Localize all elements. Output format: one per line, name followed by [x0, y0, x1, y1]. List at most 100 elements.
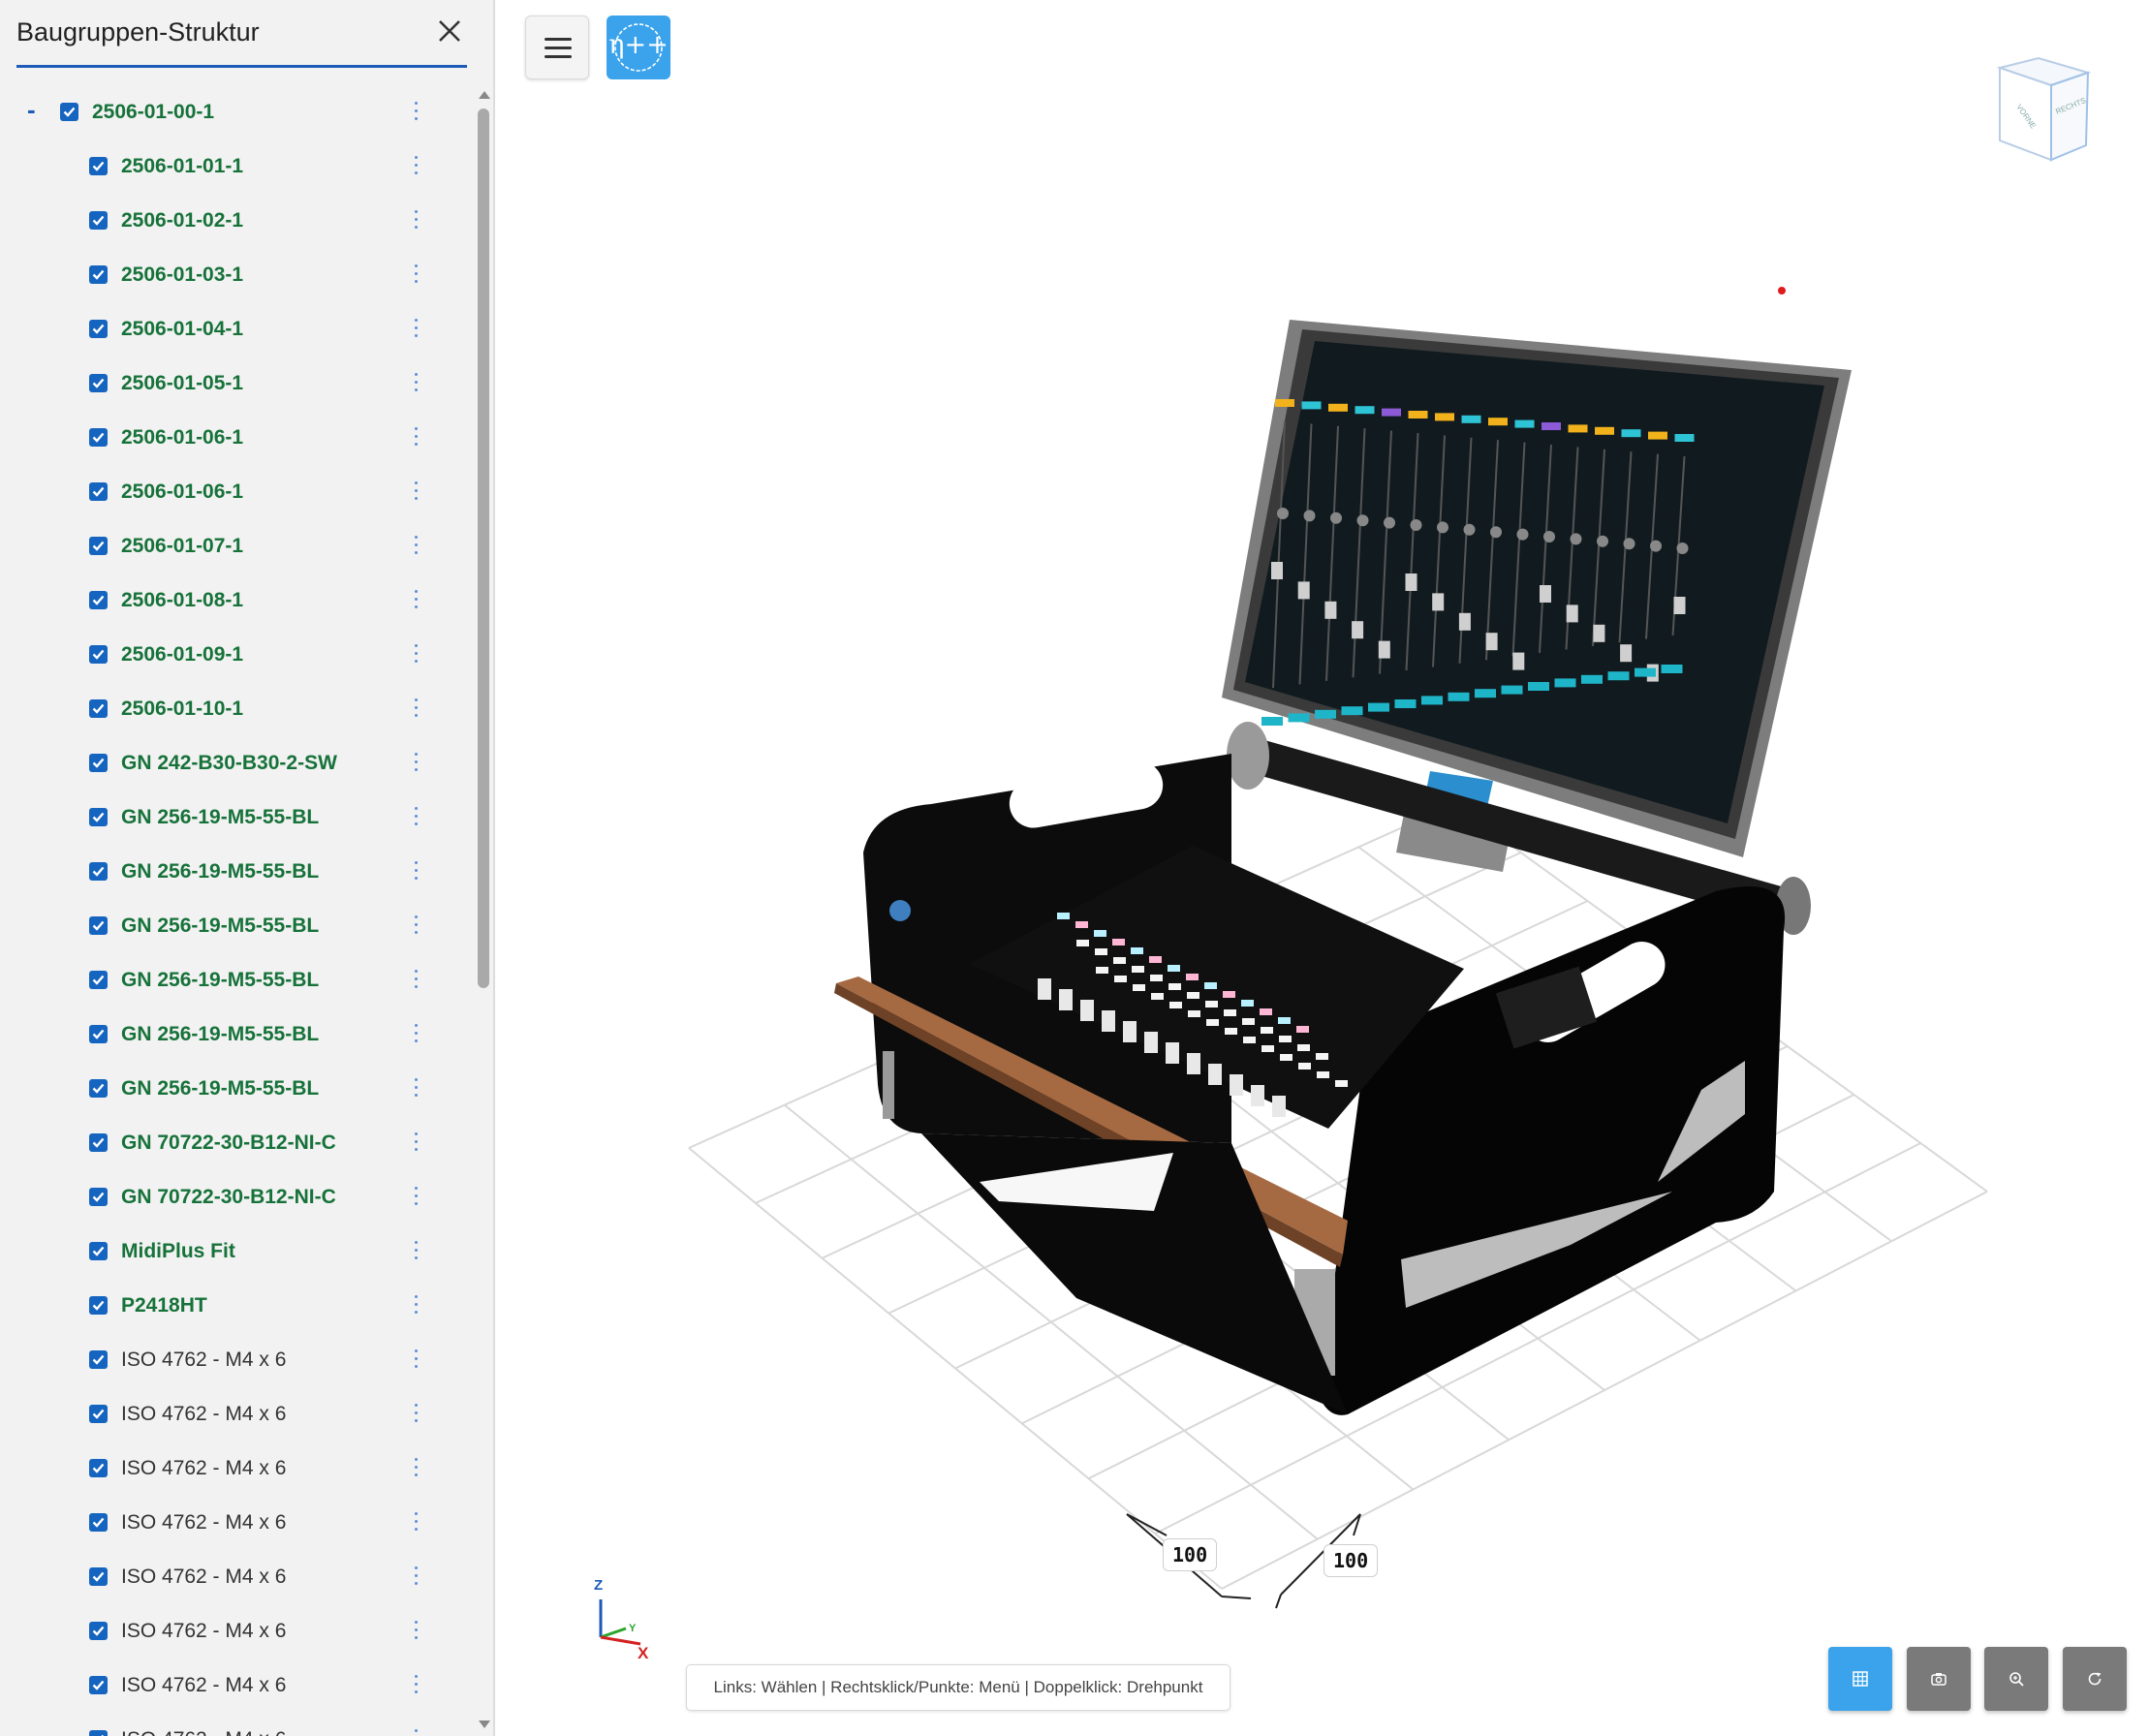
row-menu-icon[interactable] [411, 319, 420, 342]
scroll-up-arrow-icon[interactable] [479, 91, 490, 99]
row-menu-icon[interactable] [411, 156, 420, 179]
row-menu-icon[interactable] [411, 1458, 420, 1481]
item-checkbox[interactable] [89, 591, 108, 609]
item-checkbox[interactable] [89, 537, 108, 555]
row-menu-icon[interactable] [411, 427, 420, 450]
row-menu-icon[interactable] [411, 1187, 420, 1210]
tree-item-row[interactable]: 2506-01-08-1 [0, 574, 475, 628]
tree-item-row[interactable]: 2506-01-06-1 [0, 411, 475, 465]
row-menu-icon[interactable] [411, 210, 420, 233]
tree-item-row[interactable]: GN 256-19-M5-55-BL [0, 1062, 475, 1116]
item-checkbox[interactable] [89, 862, 108, 881]
close-panel-button[interactable] [432, 14, 467, 48]
screenshot-button[interactable] [1907, 1647, 1971, 1711]
row-menu-icon[interactable] [411, 1621, 420, 1644]
item-checkbox[interactable] [89, 808, 108, 826]
tree-root-row[interactable]: - 2506-01-00-1 [0, 85, 475, 140]
item-checkbox[interactable] [89, 1296, 108, 1315]
item-checkbox[interactable] [89, 645, 108, 664]
toggle-grid-button[interactable] [1828, 1647, 1892, 1711]
root-checkbox[interactable] [60, 103, 78, 121]
row-menu-icon[interactable] [411, 1241, 420, 1264]
tree-item-row[interactable]: P2418HT [0, 1279, 475, 1333]
row-menu-icon[interactable] [411, 1675, 420, 1698]
item-checkbox[interactable] [89, 211, 108, 230]
row-menu-icon[interactable] [411, 1349, 420, 1373]
tree-item-row[interactable]: ISO 4762 - M4 x 6 [0, 1658, 475, 1713]
item-checkbox[interactable] [89, 428, 108, 447]
collapse-toggle[interactable]: - [27, 95, 36, 125]
tree-item-row[interactable]: 2506-01-07-1 [0, 519, 475, 574]
item-checkbox[interactable] [89, 1188, 108, 1206]
item-checkbox[interactable] [89, 157, 108, 175]
row-menu-icon[interactable] [411, 1078, 420, 1101]
item-checkbox[interactable] [89, 265, 108, 284]
row-menu-icon[interactable] [411, 861, 420, 884]
tree-item-row[interactable]: ISO 4762 - M4 x 6 [0, 1550, 475, 1604]
row-menu-icon[interactable] [411, 264, 420, 288]
item-checkbox[interactable] [89, 1242, 108, 1260]
tree-item-row[interactable]: 2506-01-05-1 [0, 356, 475, 411]
item-checkbox[interactable] [89, 916, 108, 935]
item-checkbox[interactable] [89, 374, 108, 392]
tree-item-row[interactable]: GN 256-19-M5-55-BL [0, 1008, 475, 1062]
row-menu-icon[interactable] [411, 970, 420, 993]
row-menu-icon[interactable] [411, 753, 420, 776]
row-menu-icon[interactable] [411, 1404, 420, 1427]
tree-item-row[interactable]: GN 256-19-M5-55-BL [0, 790, 475, 845]
tree-item-row[interactable]: ISO 4762 - M4 x 6 [0, 1713, 475, 1736]
tree-item-row[interactable]: GN 70722-30-B12-NI-C [0, 1116, 475, 1170]
row-menu-icon[interactable] [411, 1566, 420, 1590]
scroll-down-arrow-icon[interactable] [479, 1720, 490, 1728]
row-menu-icon[interactable] [411, 590, 420, 613]
item-checkbox[interactable] [89, 482, 108, 501]
item-checkbox[interactable] [89, 1405, 108, 1423]
item-checkbox[interactable] [89, 1079, 108, 1098]
tree-item-row[interactable]: 2506-01-03-1 [0, 248, 475, 302]
row-menu-icon[interactable] [411, 1729, 420, 1736]
scrollbar-thumb[interactable] [478, 108, 489, 988]
item-checkbox[interactable] [89, 1676, 108, 1694]
tree-item-row[interactable]: GN 70722-30-B12-NI-C [0, 1170, 475, 1224]
tree-item-row[interactable]: 2506-01-02-1 [0, 194, 475, 248]
zoom-fit-button[interactable] [1984, 1647, 2048, 1711]
item-checkbox[interactable] [89, 320, 108, 338]
row-menu-icon[interactable] [411, 915, 420, 939]
tree-item-row[interactable]: ISO 4762 - M4 x 6 [0, 1387, 475, 1442]
item-checkbox[interactable] [89, 1459, 108, 1477]
3d-scene[interactable]: VORNE RECHTS Z Y X [495, 0, 2149, 1736]
tree-item-row[interactable]: 2506-01-04-1 [0, 302, 475, 356]
tree-item-row[interactable]: MidiPlus Fit [0, 1224, 475, 1279]
item-checkbox[interactable] [89, 754, 108, 772]
row-menu-icon[interactable] [411, 481, 420, 505]
view-cube[interactable]: VORNE RECHTS [1996, 56, 2092, 162]
row-menu-icon[interactable] [411, 1295, 420, 1318]
tree-item-row[interactable]: 2506-01-06-1 [0, 465, 475, 519]
row-menu-icon[interactable] [411, 1512, 420, 1535]
tree-item-row[interactable]: ISO 4762 - M4 x 6 [0, 1496, 475, 1550]
row-menu-icon[interactable] [411, 1132, 420, 1156]
row-menu-icon[interactable] [411, 807, 420, 830]
tree-item-row[interactable]: ISO 4762 - M4 x 6 [0, 1333, 475, 1387]
3d-viewport[interactable]: VORNE RECHTS Z Y X 100 100 [495, 0, 2149, 1736]
item-checkbox[interactable] [89, 971, 108, 989]
item-checkbox[interactable] [89, 699, 108, 718]
row-menu-icon[interactable] [411, 1024, 420, 1047]
tree-item-row[interactable]: 2506-01-01-1 [0, 140, 475, 194]
tree-item-row[interactable]: GN 242-B30-B30-2-SW [0, 736, 475, 790]
row-menu-icon[interactable] [411, 373, 420, 396]
tree-item-row[interactable]: 2506-01-09-1 [0, 628, 475, 682]
row-menu-icon[interactable] [411, 644, 420, 667]
tree-item-row[interactable]: GN 256-19-M5-55-BL [0, 899, 475, 953]
item-checkbox[interactable] [89, 1513, 108, 1532]
tree-item-row[interactable]: GN 256-19-M5-55-BL [0, 953, 475, 1008]
tree-item-row[interactable]: 2506-01-10-1 [0, 682, 475, 736]
row-menu-icon[interactable] [411, 536, 420, 559]
reset-view-button[interactable] [2063, 1647, 2127, 1711]
item-checkbox[interactable] [89, 1730, 108, 1736]
item-checkbox[interactable] [89, 1622, 108, 1640]
tree-item-row[interactable]: ISO 4762 - M4 x 6 [0, 1604, 475, 1658]
item-checkbox[interactable] [89, 1025, 108, 1043]
tree-item-row[interactable]: ISO 4762 - M4 x 6 [0, 1442, 475, 1496]
tree-item-row[interactable]: GN 256-19-M5-55-BL [0, 845, 475, 899]
